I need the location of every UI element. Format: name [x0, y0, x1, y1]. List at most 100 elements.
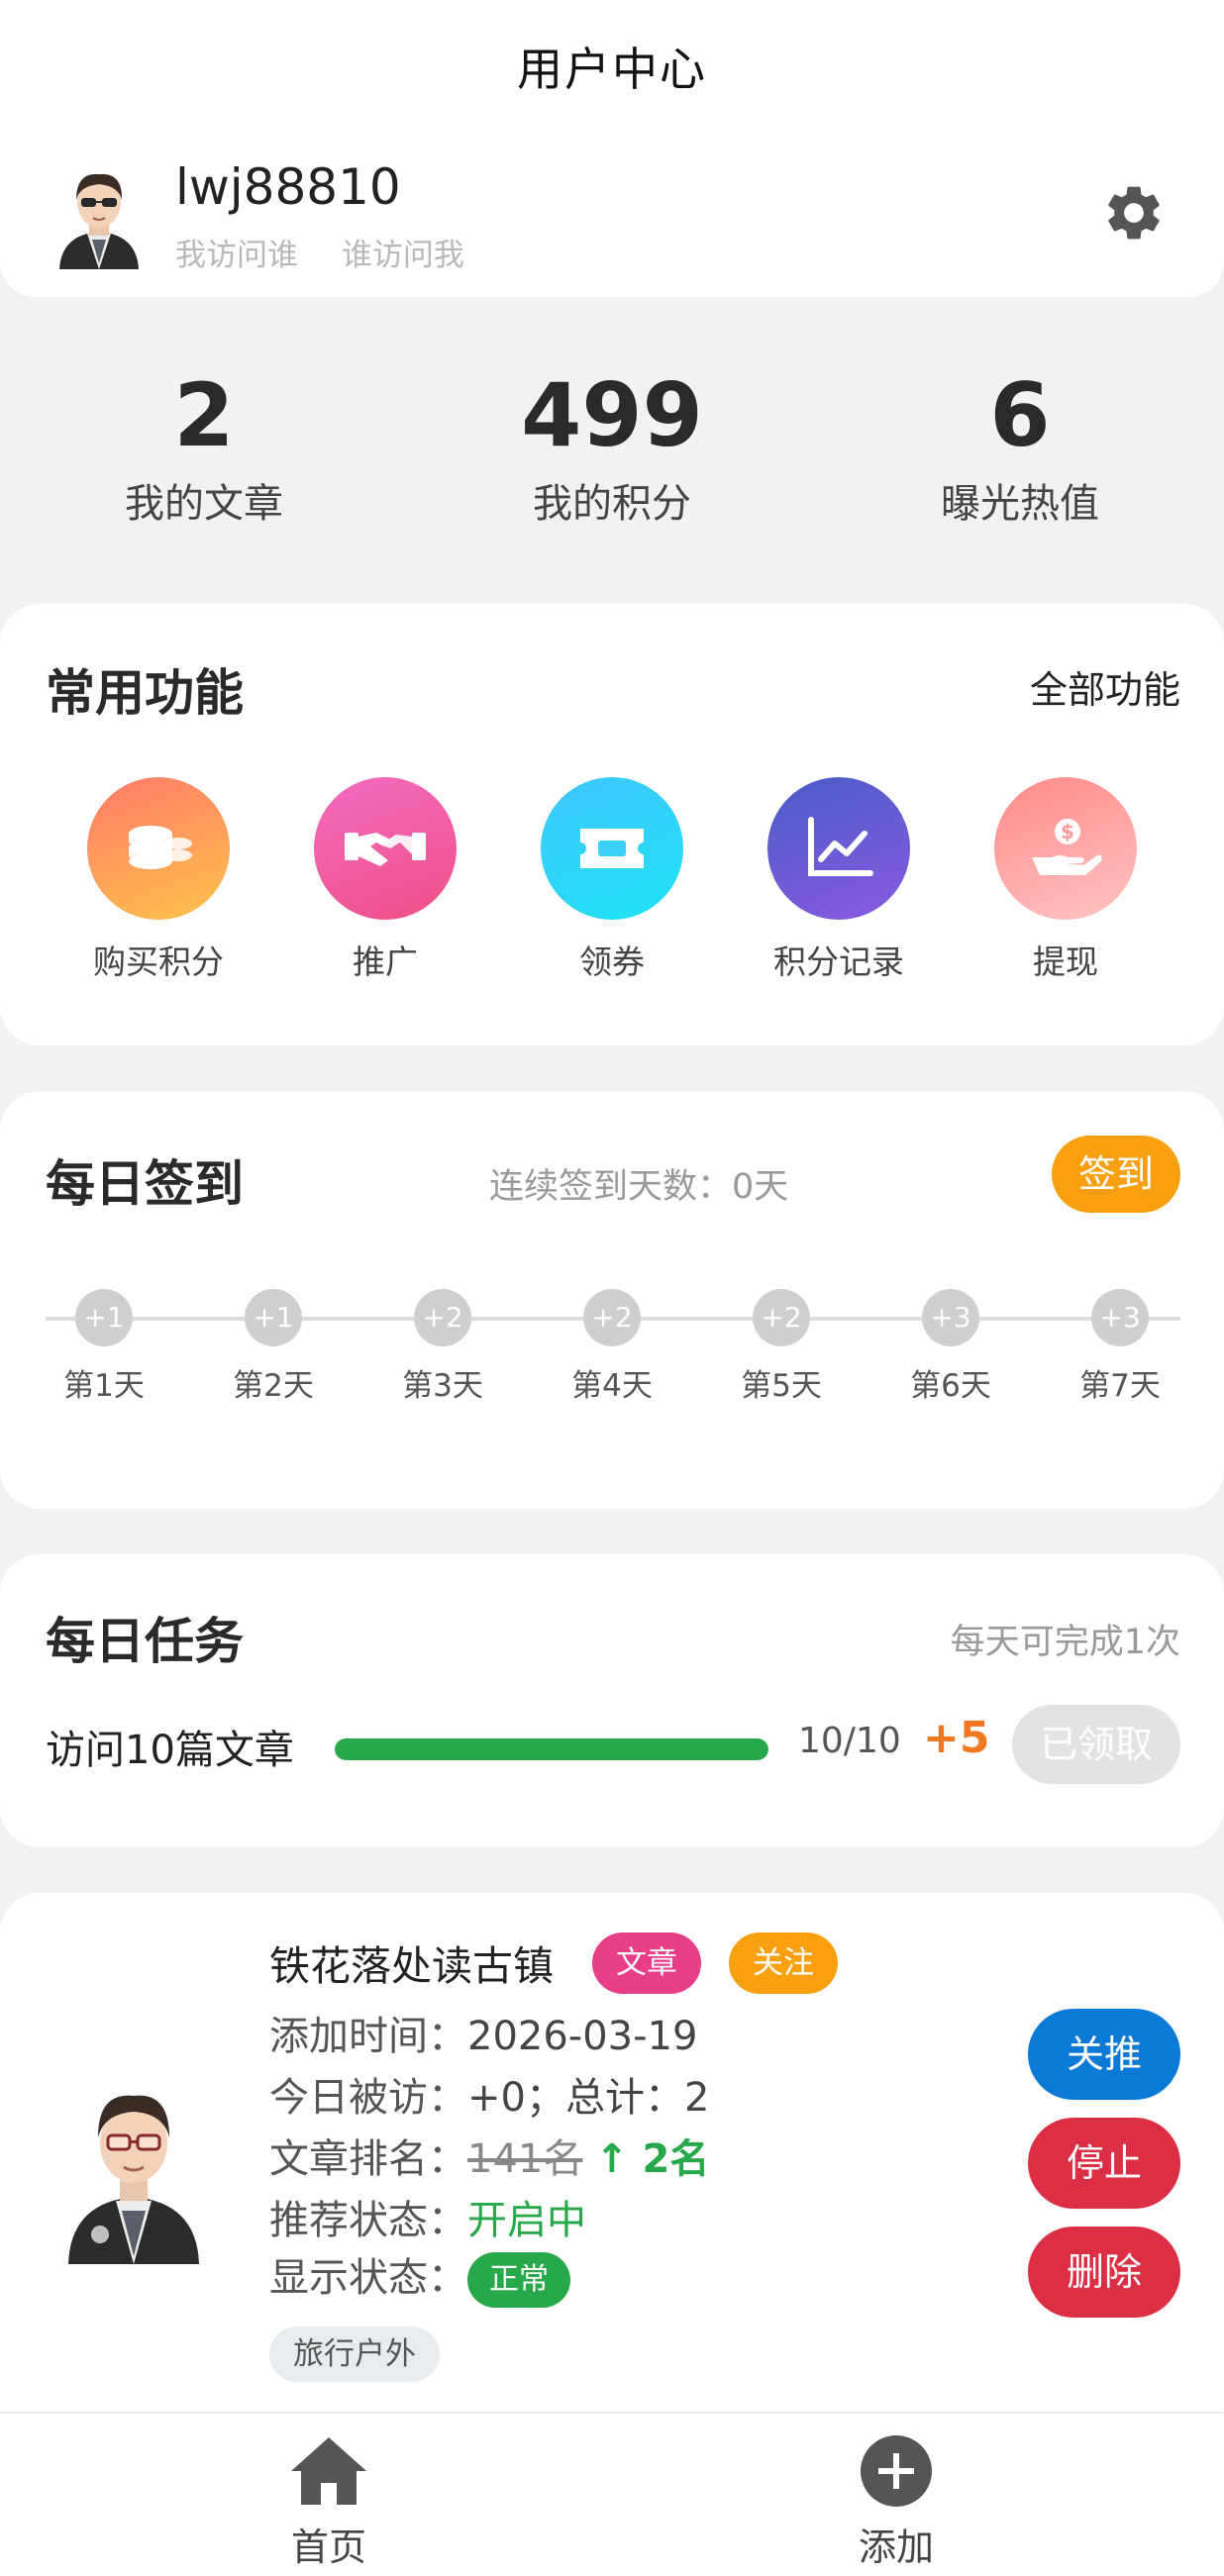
tag-follow: 关注 [729, 1932, 838, 1994]
claimed-button[interactable]: 已领取 [1012, 1705, 1180, 1784]
rank-new: ↑ 2名 [595, 2136, 710, 2182]
home-icon [291, 2437, 366, 2505]
article-card: 铁花落处读古镇 文章 关注 添加时间：2026-03-19 今日被访：+0；总计… [0, 1893, 1224, 2447]
article-rank: 文章排名：141名 ↑ 2名 [269, 2127, 709, 2184]
points-record-button[interactable]: 积分记录 [760, 777, 918, 983]
day-label: 第4天 [571, 1368, 653, 1404]
coupon-button[interactable]: 领券 [533, 777, 691, 983]
checkin-streak: 连续签到天数：0天 [489, 1167, 789, 1207]
task-card: 每日任务 每天可完成1次 访问10篇文章 10/10 +5 已领取 [0, 1554, 1224, 1847]
all-functions-link[interactable]: 全部功能 [1030, 659, 1180, 714]
plus-circle-icon [861, 2435, 932, 2507]
top-bar: 用户中心 [0, 0, 1224, 139]
promote-button[interactable]: 推广 [306, 777, 464, 983]
visits-label: 今日被访： [269, 2075, 467, 2121]
added-time: 添加时间：2026-03-19 [269, 2004, 697, 2061]
task-name: 访问10篇文章 [46, 1728, 294, 1773]
functions-card: 常用功能 全部功能 购买积分 推广 领券 积分记录 $ 提现 [0, 604, 1224, 1045]
profile-section: lwj88810 我访问谁 谁访问我 [0, 139, 1224, 297]
task-progress-bar [335, 1738, 768, 1760]
svg-text:$: $ [1061, 820, 1074, 843]
checkin-day: +2 第5天 [722, 1289, 841, 1405]
day-label: 第7天 [1079, 1368, 1161, 1404]
display-label: 显示状态： [269, 2255, 467, 2301]
stop-button[interactable]: 停止 [1028, 2118, 1180, 2209]
function-label: 购买积分 [93, 942, 224, 981]
handshake-icon [314, 777, 457, 920]
visits-value: +0；总计：2 [467, 2075, 710, 2121]
stat-label: 曝光热值 [941, 481, 1099, 527]
stat-label: 我的文章 [125, 481, 283, 527]
article-avatar [68, 2095, 199, 2264]
tag-article: 文章 [592, 1932, 701, 1994]
stat-articles[interactable]: 2 我的文章 [46, 366, 362, 529]
task-note: 每天可完成1次 [950, 1623, 1180, 1662]
day-reward: +3 [1091, 1289, 1149, 1346]
function-label: 推广 [353, 942, 418, 981]
checkin-card: 每日签到 连续签到天数：0天 签到 +1 第1天 +1 第2天 +2 第3天 +… [0, 1091, 1224, 1509]
hand-dollar-icon: $ [994, 777, 1137, 920]
task-progress-fill [335, 1738, 768, 1760]
day-reward: +1 [245, 1289, 302, 1346]
category-tag: 旅行户外 [269, 2327, 440, 2382]
stop-recommend-button[interactable]: 关推 [1028, 2009, 1180, 2100]
display-status: 显示状态： 正常 [269, 2245, 570, 2308]
avatar[interactable] [50, 160, 149, 269]
stat-value: 6 [989, 364, 1051, 466]
page-title: 用户中心 [517, 43, 707, 96]
checkin-day: +2 第3天 [383, 1289, 502, 1405]
checkin-day: +3 第6天 [891, 1289, 1010, 1405]
recommend-status: 推荐状态：开启中 [269, 2188, 586, 2245]
day-reward: +2 [583, 1289, 641, 1346]
day-reward: +2 [753, 1289, 810, 1346]
rank-label: 文章排名： [269, 2136, 467, 2182]
checkin-title: 每日签到 [46, 1155, 244, 1213]
stat-label: 我的积分 [533, 481, 691, 527]
gear-icon[interactable] [1101, 180, 1167, 246]
task-reward: +5 [923, 1713, 990, 1763]
day-reward: +1 [75, 1289, 133, 1346]
display-status-badge: 正常 [467, 2252, 570, 2308]
recommend-value: 开启中 [467, 2198, 586, 2243]
rank-old: 141名 [467, 2136, 583, 2182]
checkin-day: +2 第4天 [553, 1289, 671, 1405]
day-label: 第5天 [741, 1368, 822, 1404]
nav-add-label: 添加 [858, 2526, 934, 2569]
profile-links: 我访问谁 谁访问我 [175, 230, 498, 274]
stats-row: 2 我的文章 499 我的积分 6 曝光热值 [0, 366, 1224, 535]
recommend-label: 推荐状态： [269, 2198, 467, 2243]
day-label: 第3天 [402, 1368, 483, 1404]
nav-add[interactable]: 添加 [797, 2433, 995, 2571]
stat-points[interactable]: 499 我的积分 [454, 366, 770, 529]
buy-points-button[interactable]: 购买积分 [79, 777, 238, 983]
stat-exposure[interactable]: 6 曝光热值 [862, 366, 1178, 529]
functions-title: 常用功能 [46, 664, 244, 722]
day-reward: +2 [414, 1289, 471, 1346]
visited-by-me-link[interactable]: 我访问谁 [175, 238, 298, 273]
function-label: 积分记录 [773, 942, 904, 981]
stat-value: 499 [521, 364, 703, 466]
checkin-button[interactable]: 签到 [1052, 1136, 1180, 1213]
checkin-day: +3 第7天 [1061, 1289, 1179, 1405]
article-title[interactable]: 铁花落处读古镇 [269, 1932, 554, 1992]
function-label: 提现 [1033, 942, 1098, 981]
task-title: 每日任务 [46, 1613, 244, 1670]
withdraw-button[interactable]: $ 提现 [986, 777, 1145, 983]
visitors-link[interactable]: 谁访问我 [342, 238, 464, 273]
nav-home-label: 首页 [290, 2526, 366, 2569]
coins-icon [87, 777, 230, 920]
added-label: 添加时间： [269, 2014, 467, 2059]
checkin-day: +1 第2天 [214, 1289, 333, 1405]
chart-icon [767, 777, 910, 920]
task-count: 10/10 [798, 1721, 901, 1761]
visits: 今日被访：+0；总计：2 [269, 2065, 709, 2123]
delete-button[interactable]: 删除 [1028, 2227, 1180, 2318]
function-label: 领券 [579, 942, 645, 981]
day-label: 第1天 [63, 1368, 145, 1404]
ticket-icon [541, 777, 683, 920]
bottom-nav: 首页 添加 [0, 2412, 1224, 2576]
day-label: 第2天 [233, 1368, 314, 1404]
username: lwj88810 [175, 158, 401, 216]
checkin-day: +1 第1天 [45, 1289, 163, 1405]
nav-home[interactable]: 首页 [230, 2433, 428, 2571]
